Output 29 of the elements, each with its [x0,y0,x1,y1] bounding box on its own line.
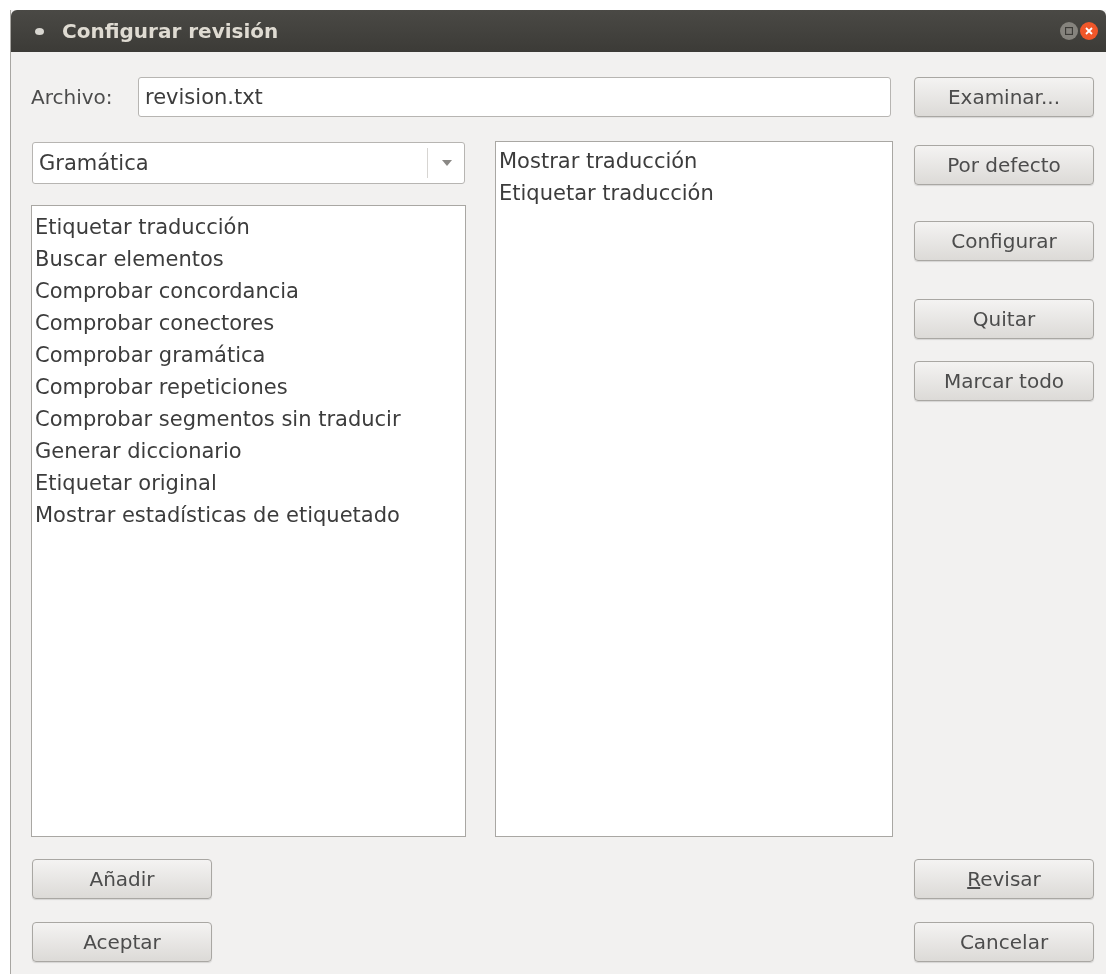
close-icon [1085,27,1093,35]
list-item[interactable]: Comprobar repeticiones [35,371,462,403]
action-button[interactable]: Marcar todo [914,361,1094,401]
action-button[interactable]: Por defecto [914,145,1094,185]
browse-button[interactable]: Examinar... [914,77,1094,117]
list-item[interactable]: Mostrar traducción [499,145,889,177]
dialog-button[interactable]: Aceptar [32,922,212,962]
dropdown-arrow-icon [442,160,452,166]
maximize-icon [1065,27,1073,35]
list-item[interactable]: Comprobar conectores [35,307,462,339]
list-item[interactable]: Generar diccionario [35,435,462,467]
dialog-button[interactable]: Cancelar [914,922,1094,962]
window-title: Configurar revisión [62,19,280,43]
list-item[interactable]: Buscar elementos [35,243,462,275]
list-item[interactable]: Comprobar segmentos sin traducir [35,403,462,435]
list-item[interactable]: Etiquetar traducción [499,177,889,209]
dialog-button[interactable]: Añadir [32,859,212,899]
list-item[interactable]: Comprobar gramática [35,339,462,371]
action-button[interactable]: Quitar [914,299,1094,339]
list-item[interactable]: Comprobar concordancia [35,275,462,307]
close-button[interactable] [1080,22,1098,40]
list-item[interactable]: Etiquetar original [35,467,462,499]
list-item[interactable]: Etiquetar traducción [35,211,462,243]
file-label: Archivo: [31,85,114,109]
list-item[interactable]: Mostrar estadísticas de etiquetado [35,499,462,531]
action-button[interactable]: Configurar [914,221,1094,261]
file-field[interactable]: revision.txt [138,77,891,117]
dialog-button[interactable]: Revisar [914,859,1094,899]
category-dropdown[interactable]: Gramática [32,142,465,184]
